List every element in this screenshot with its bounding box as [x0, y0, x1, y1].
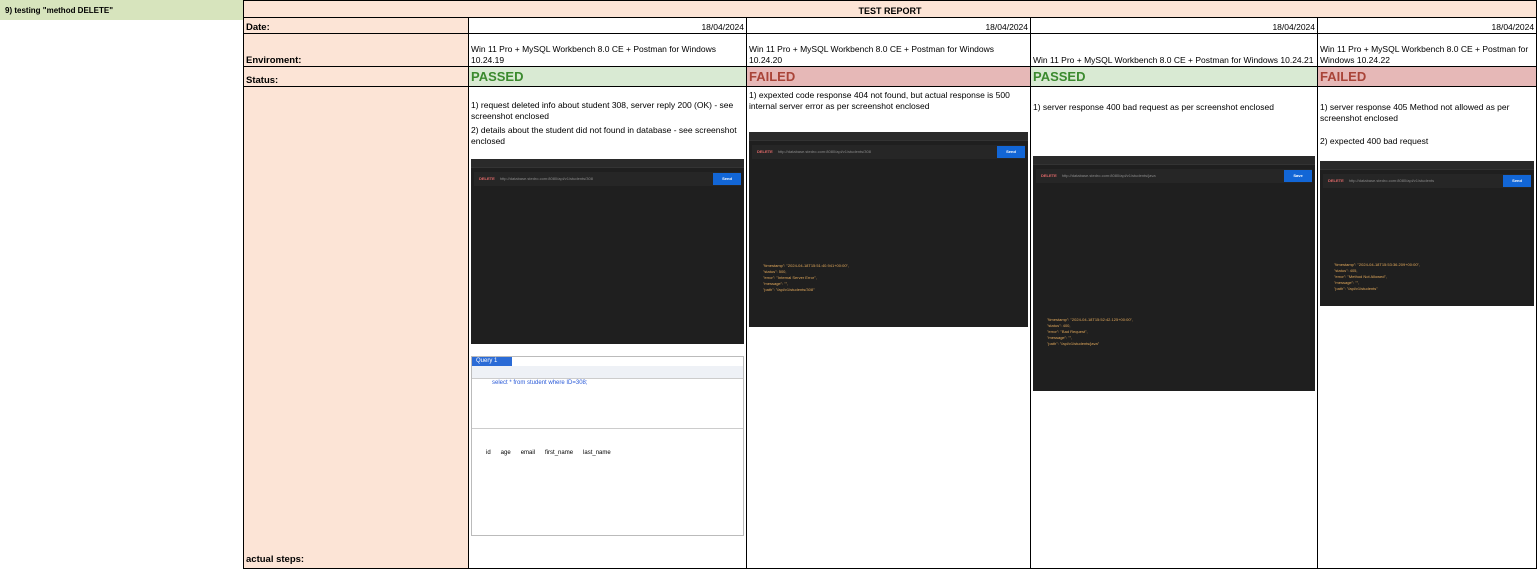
request-method: DELETE — [1041, 173, 1057, 178]
date-cell: 18/04/2024 — [468, 17, 747, 34]
save-button: Save — [1284, 170, 1312, 182]
result-column: email — [520, 450, 536, 456]
response-body: "timestamp": "2024-04-18T15:53:36.209+00… — [1320, 262, 1534, 292]
json-line: "path": "/api/v1/students/308" — [763, 287, 815, 292]
request-method: DELETE — [1328, 178, 1344, 183]
actual-steps-label: actual steps: — [243, 86, 469, 569]
query-tab: Query 1 — [472, 357, 512, 366]
send-button: Send — [997, 146, 1025, 158]
status-failed: FAILED — [1316, 66, 1537, 87]
environment-cell: Win 11 Pro + MySQL Workbench 8.0 CE + Po… — [1316, 33, 1537, 67]
postman-screenshot: DELETE http://database.stedro.com:8080/a… — [1033, 156, 1315, 391]
status-failed: FAILED — [746, 66, 1031, 87]
request-url: http://database.stedro.com:8080/api/v1/s… — [1061, 173, 1156, 178]
request-method: DELETE — [479, 176, 495, 181]
test-report-table: TEST REPORT Date: 18/04/2024 18/04/2024 … — [242, 0, 1537, 569]
result-column: last_name — [583, 450, 611, 456]
date-cell: 18/04/2024 — [1030, 17, 1318, 34]
environment-cell: Win 11 Pro + MySQL Workbench 8.0 CE + Po… — [746, 33, 1031, 67]
status-label: Status: — [243, 66, 469, 87]
request-url: http://database.stedro.com:8080/api/v1/s… — [777, 149, 871, 154]
request-url: http://database.stedro.com:8080/api/v1/s… — [1348, 178, 1435, 183]
request-url: http://database.stedro.com:8080/api/v1/s… — [499, 176, 593, 181]
step-note: 1) request deleted info about student 30… — [471, 100, 734, 121]
date-cell: 18/04/2024 — [746, 17, 1031, 34]
step-note: 1) server response 400 bad request as pe… — [1033, 102, 1274, 112]
sql-query: select * from student where ID=308; — [492, 380, 588, 386]
report-heading: TEST REPORT — [242, 0, 1537, 18]
json-line: "path": "/api/v1/students" — [1334, 286, 1378, 291]
postman-screenshot: DELETE http://database.stedro.com:8080/a… — [749, 132, 1028, 327]
response-body: "timestamp": "2024-04-18T15:51:40.941+00… — [749, 263, 1028, 293]
sheet-title: 9) testing "method DELETE" — [0, 0, 243, 20]
step-note: 1) server response 405 Method not allowe… — [1320, 102, 1510, 123]
response-body: "timestamp": "2024-04-18T15:52:42.125+00… — [1033, 317, 1315, 347]
environment-cell: Win 11 Pro + MySQL Workbench 8.0 CE + Po… — [468, 33, 747, 67]
result-column: first_name — [545, 450, 574, 456]
json-line: "path": "/api/v1/students/java" — [1047, 341, 1100, 346]
postman-screenshot: DELETE http://database.stedro.com:8080/a… — [1320, 161, 1535, 306]
workbench-screenshot: Query 1 select * from student where ID=3… — [471, 356, 744, 536]
status-passed: PASSED — [1030, 66, 1318, 87]
result-column: age — [500, 450, 511, 456]
steps-cell: 1) server response 400 bad request as pe… — [1030, 86, 1318, 569]
status-passed: PASSED — [468, 66, 747, 87]
result-column: id — [486, 450, 491, 456]
send-button: Send — [713, 173, 741, 185]
steps-cell: 1) expexted code response 404 not found,… — [746, 86, 1031, 569]
send-button: Send — [1503, 175, 1532, 187]
date-label: Date: — [243, 17, 469, 34]
date-cell: 18/04/2024 — [1316, 17, 1537, 34]
steps-cell: 1) server response 405 Method not allowe… — [1316, 86, 1537, 569]
steps-cell: 1) request deleted info about student 30… — [468, 86, 747, 569]
step-note: 2) details about the student did not fou… — [471, 125, 737, 146]
postman-screenshot: DELETE http://database.stedro.com:8080/a… — [471, 159, 744, 344]
environment-label: Enviroment: — [243, 33, 469, 67]
request-method: DELETE — [757, 149, 773, 154]
step-note: 2) expected 400 bad request — [1320, 136, 1429, 146]
environment-cell: Win 11 Pro + MySQL Workbench 8.0 CE + Po… — [1030, 33, 1318, 67]
step-note: 1) expexted code response 404 not found,… — [749, 90, 1010, 111]
